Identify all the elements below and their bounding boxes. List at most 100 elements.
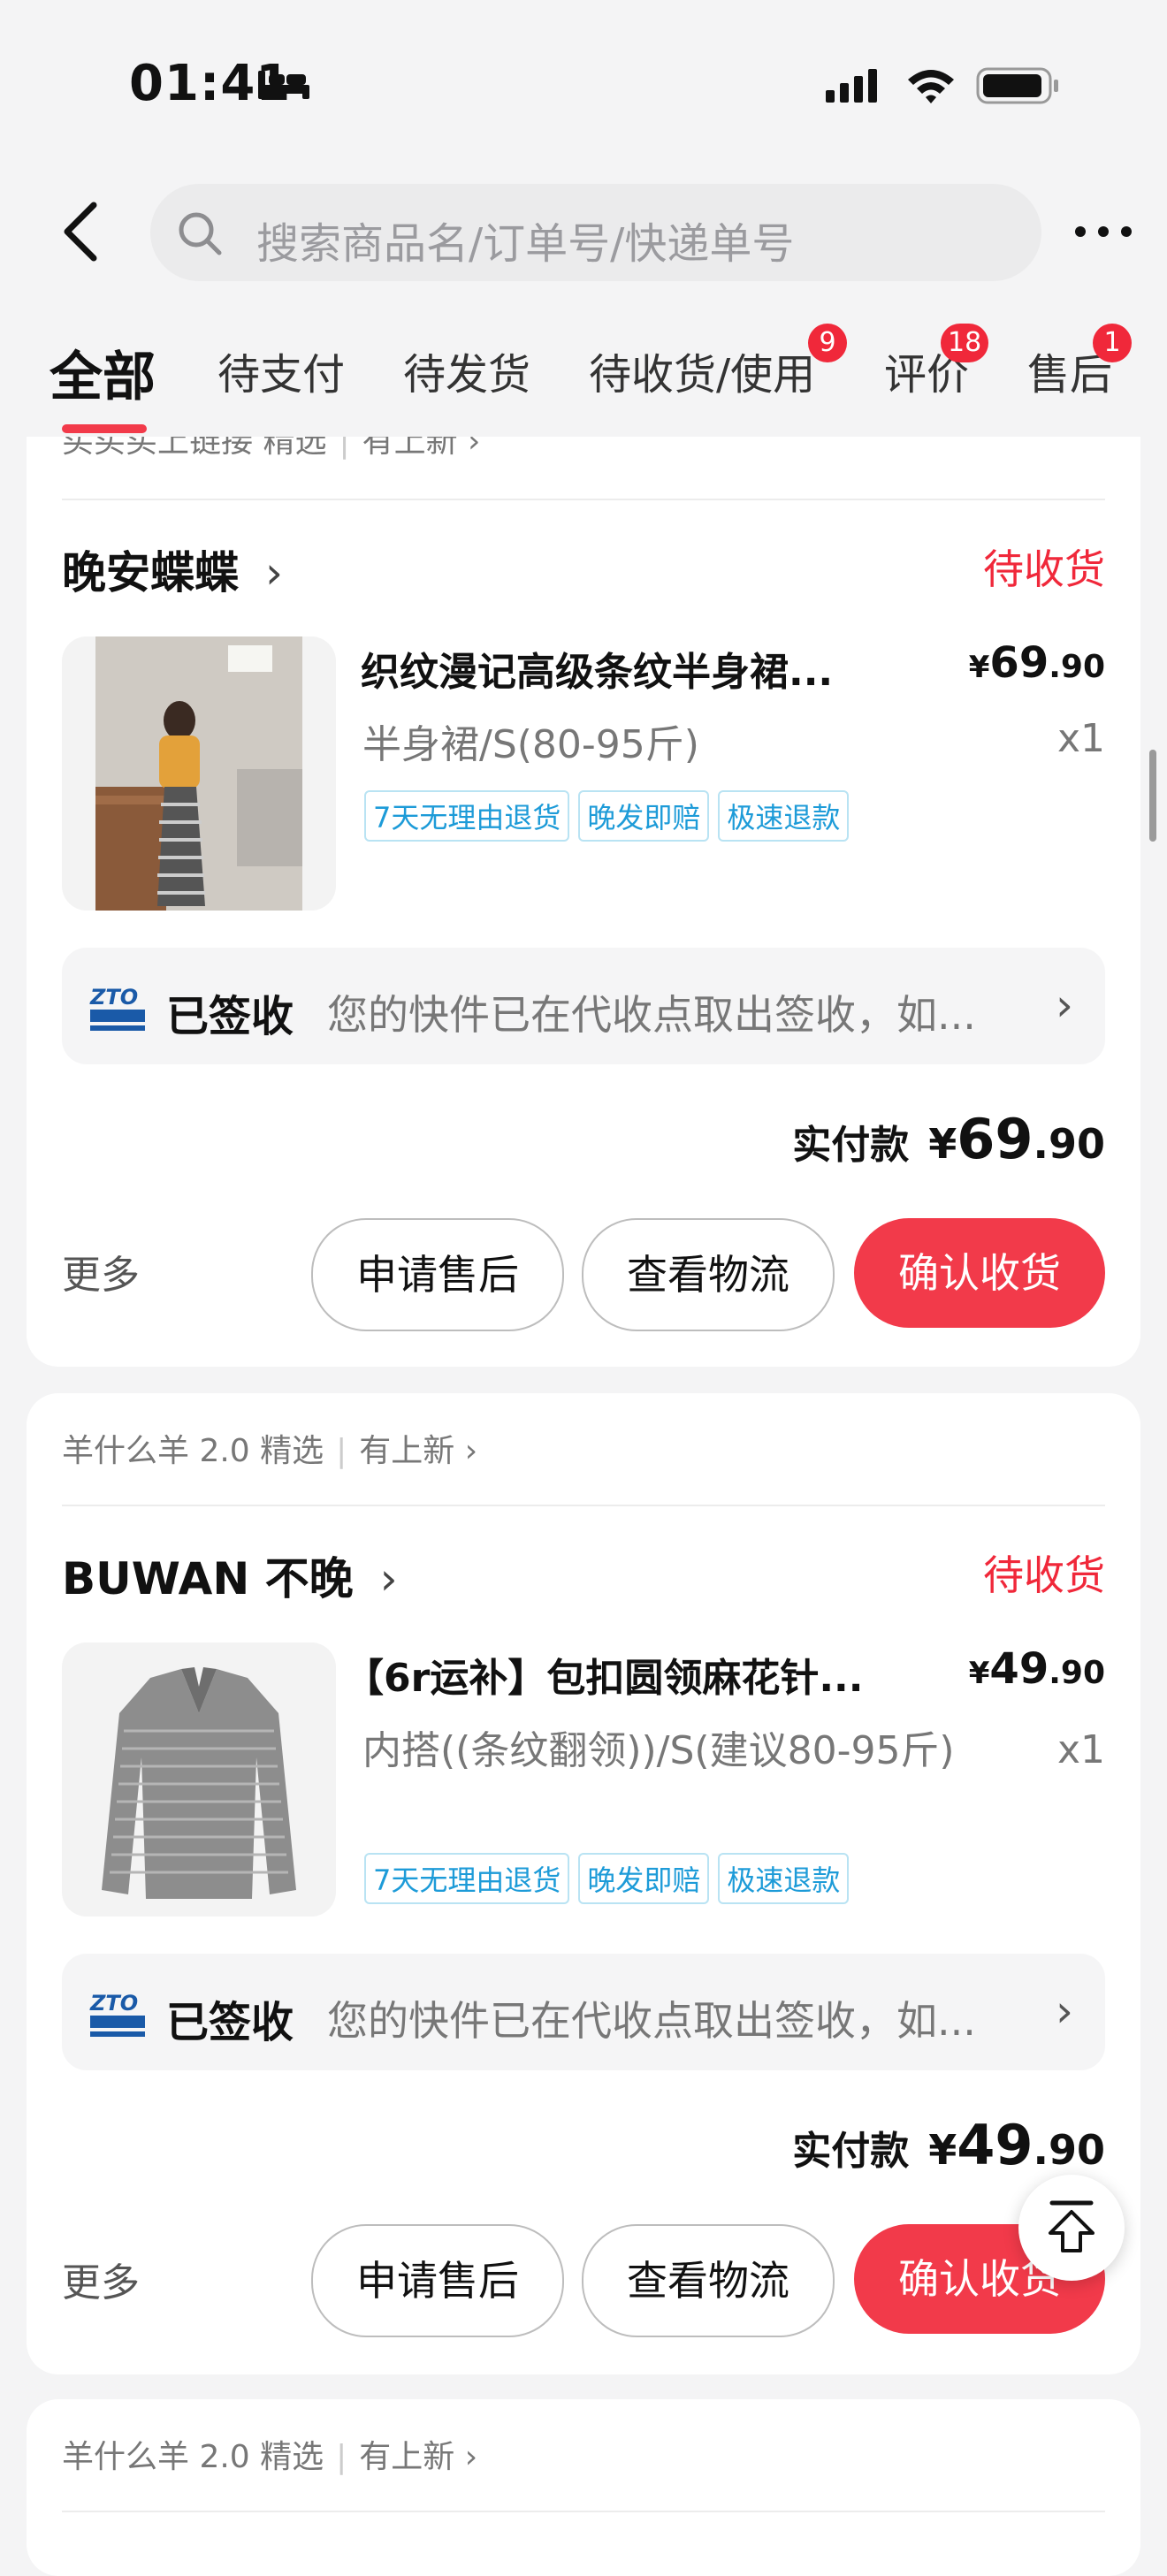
view-logistics-button[interactable]: 查看物流 (582, 1218, 835, 1331)
paid-currency: ¥ (928, 2126, 957, 2174)
back-to-top-icon (1049, 2200, 1095, 2252)
tag-late-compensation: 晚发即赔 (578, 1853, 710, 1904)
view-logistics-button[interactable]: 查看物流 (582, 2224, 835, 2337)
product-price: ¥49.90 (969, 1644, 1105, 1694)
apply-after-sale-button[interactable]: 申请售后 (311, 1218, 564, 1331)
price-integer: 69 (989, 638, 1049, 688)
divider (62, 2511, 1105, 2512)
battery-icon (976, 67, 1058, 104)
order-card: 羊什么羊 2.0 精选 | 有上新 › (27, 2399, 1140, 2576)
logistics-description: 您的快件已在代收点取出签收，如... (327, 991, 976, 1039)
order-status: 待收货 (983, 1551, 1105, 1599)
price-decimal: .90 (1049, 649, 1105, 685)
store-source-link[interactable]: 有上新 (359, 1433, 454, 1469)
product-price: ¥69.90 (969, 638, 1105, 688)
back-to-top-button[interactable] (1018, 2175, 1125, 2281)
paid-integer: 69 (957, 1107, 1034, 1171)
store-source-header: 羊什么羊 2.0 精选 | 有上新 › (62, 2439, 478, 2475)
service-tags: 7天无理由退货 晚发即赔 极速退款 (364, 1853, 850, 1904)
logistics-description: 您的快件已在代收点取出签收，如... (327, 1997, 976, 2045)
paid-integer: 49 (957, 2113, 1034, 2177)
chevron-right-icon: › (265, 547, 283, 598)
product-quantity: x1 (1056, 716, 1105, 761)
chevron-right-icon: › (1056, 1985, 1073, 2037)
status-bar: 01:41 (0, 0, 1167, 168)
order-tabs: 全部 待支付 待发货 待收货/使用 9 评价 18 售后 1 (0, 318, 1167, 435)
shop-name-text: BUWAN 不晚 (62, 1553, 354, 1604)
confirm-receipt-button[interactable]: 确认收货 (854, 1218, 1105, 1328)
order-card: 买买买上链接 精选 | 有上新 › 晚安蝶蝶 › 待收货 织纹漫记高级条纹半身裙… (27, 437, 1140, 1367)
tag-fast-refund: 极速退款 (718, 1853, 850, 1904)
shop-name[interactable]: 晚安蝶蝶 › (62, 537, 283, 601)
price-currency: ¥ (968, 650, 990, 685)
store-source-link[interactable]: 有上新 (359, 2439, 454, 2475)
product-photo (95, 636, 302, 911)
tag-late-compensation: 晚发即赔 (578, 790, 710, 842)
paid-currency: ¥ (928, 1120, 957, 1168)
shop-name-text: 晚安蝶蝶 (62, 547, 239, 598)
logistics-status: 已签收 (166, 992, 294, 1041)
store-source-header: 买买买上链接 精选 | 有上新 › (62, 437, 480, 461)
bed-icon (258, 71, 309, 99)
active-tab-indicator (62, 424, 147, 433)
svg-text:ZTO: ZTO (89, 1991, 138, 2016)
paid-amount: 实付款 ¥69.90 (792, 1107, 1105, 1171)
tab-after-sale-badge: 1 (1093, 324, 1132, 362)
product-spec: 内搭((条纹翻领))/S(建议80-95斤) (362, 1728, 955, 1773)
paid-decimal: .90 (1033, 1120, 1106, 1168)
tab-pending-receipt[interactable]: 待收货/使用 (589, 339, 815, 401)
scrollbar[interactable] (1149, 750, 1156, 842)
product-photo (102, 1667, 296, 1899)
product-quantity: x1 (1056, 1727, 1105, 1772)
price-integer: 49 (989, 1644, 1049, 1694)
search-input[interactable]: 搜索商品名/订单号/快递单号 (150, 184, 1041, 281)
tab-pending-payment[interactable]: 待支付 (217, 339, 345, 401)
order-status: 待收货 (983, 545, 1105, 593)
store-source-text: 羊什么羊 2.0 精选 (62, 2439, 324, 2475)
svg-text:ZTO: ZTO (89, 985, 138, 1010)
logistics-status: 已签收 (166, 1998, 294, 2047)
paid-decimal: .90 (1033, 2126, 1106, 2174)
price-decimal: .90 (1049, 1655, 1105, 1691)
search-placeholder: 搜索商品名/订单号/快递单号 (256, 219, 795, 269)
tab-pending-receipt-badge: 9 (808, 324, 847, 362)
product-title[interactable]: 【6r运补】包扣圆领麻花针... (345, 1646, 928, 1703)
store-source-link[interactable]: 有上新 (362, 437, 458, 460)
tag-return: 7天无理由退货 (364, 790, 570, 842)
tag-fast-refund: 极速退款 (718, 790, 850, 842)
order-card: 羊什么羊 2.0 精选 | 有上新 › BUWAN 不晚 › 待收货 【6r运补】包扣… (27, 1393, 1140, 2374)
paid-label: 实付款 (792, 1123, 910, 1168)
more-link[interactable]: 更多 (62, 1243, 140, 1299)
paid-label: 实付款 (792, 2129, 910, 2174)
search-icon (179, 212, 222, 255)
tab-pending-shipment[interactable]: 待发货 (403, 339, 530, 401)
product-image[interactable] (62, 1642, 336, 1917)
logistics-bar[interactable]: ZTO 已签收 您的快件已在代收点取出签收，如... › (62, 948, 1105, 1064)
paid-amount: 实付款 ¥49.90 (792, 2113, 1105, 2177)
store-source-text: 羊什么羊 2.0 精选 (62, 1433, 324, 1469)
product-spec: 半身裙/S(80-95斤) (362, 722, 699, 767)
chevron-right-icon: › (1056, 979, 1073, 1031)
tab-review-badge: 18 (941, 324, 989, 362)
zto-icon: ZTO (89, 985, 145, 1031)
zto-icon: ZTO (89, 1991, 145, 2037)
store-source-text: 买买买上链接 精选 (62, 437, 327, 460)
product-title[interactable]: 织纹漫记高级条纹半身裙... (361, 640, 927, 697)
divider (62, 499, 1105, 500)
store-source-header: 羊什么羊 2.0 精选 | 有上新 › (62, 1433, 478, 1469)
shop-name[interactable]: BUWAN 不晚 › (62, 1543, 398, 1607)
divider (62, 1505, 1105, 1506)
service-tags: 7天无理由退货 晚发即赔 极速退款 (364, 790, 850, 842)
price-currency: ¥ (968, 1656, 990, 1691)
tab-all[interactable]: 全部 (50, 334, 156, 411)
back-icon[interactable] (58, 200, 103, 263)
product-image[interactable] (62, 636, 336, 911)
logistics-bar[interactable]: ZTO 已签收 您的快件已在代收点取出签收，如... › (62, 1954, 1105, 2070)
signal-icon (826, 69, 877, 103)
chevron-right-icon: › (379, 1553, 398, 1604)
apply-after-sale-button[interactable]: 申请售后 (311, 2224, 564, 2337)
tag-return: 7天无理由退货 (364, 1853, 570, 1904)
more-icon[interactable] (1073, 223, 1133, 240)
more-link[interactable]: 更多 (62, 2251, 140, 2307)
wifi-icon (908, 70, 954, 103)
